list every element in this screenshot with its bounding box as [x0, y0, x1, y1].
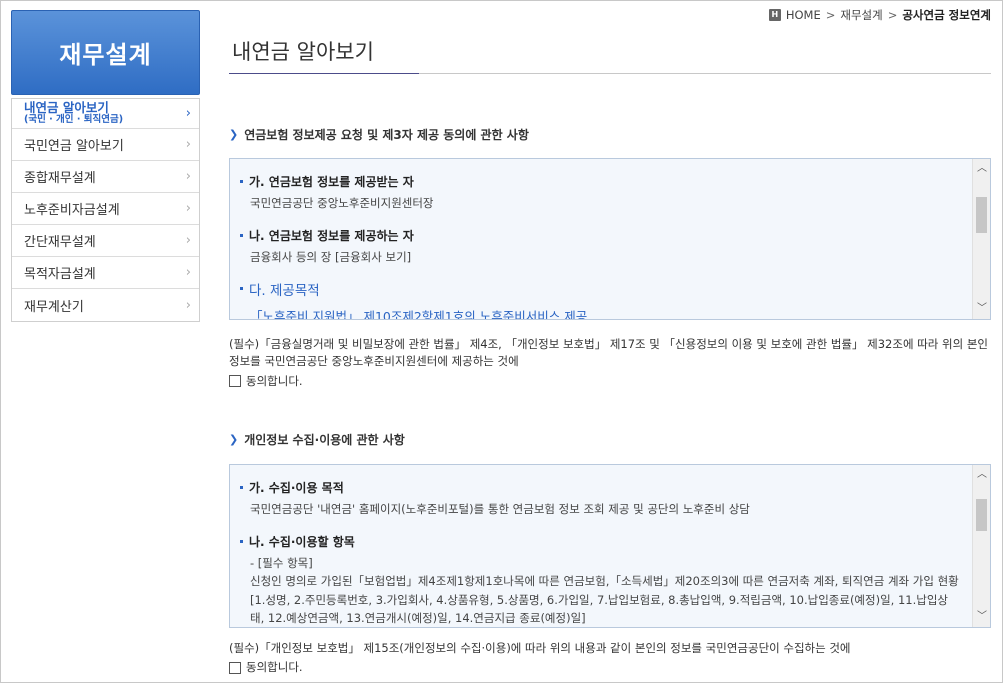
- sidebar-item-retirement-funds[interactable]: 노후준비자금설계 ›: [12, 193, 199, 225]
- terms-item-text: [1.성명, 2.주민등록번호, 3.가입회사, 4.상품유형, 5.상품명, …: [250, 593, 948, 626]
- bullet-icon: [240, 180, 243, 183]
- agree-label[interactable]: 동의합니다.: [246, 659, 303, 676]
- terms-item-heading: 나. 연금보험 정보를 제공하는 자: [240, 227, 962, 244]
- sidebar-item-sublabel: (국민 · 개인 · 퇴직연금): [24, 114, 124, 126]
- sidebar-item-label: 종합재무설계: [24, 171, 96, 186]
- breadcrumb-home[interactable]: HOME: [786, 8, 821, 22]
- consent-text: (필수)「금융실명거래 및 비밀보장에 관한 법률」 제4조, 「개인정보 보호…: [229, 337, 988, 369]
- terms-item-heading-text: 다. 제공목적: [249, 282, 320, 299]
- bullet-icon: [240, 233, 243, 237]
- chevron-right-icon: ›: [185, 106, 191, 121]
- page-title: 내연금 알아보기: [232, 40, 374, 64]
- terms-box-content: 가. 연금보험 정보를 제공받는 자 국민연금공단 중앙노후준비지원센터장 나.…: [230, 159, 972, 319]
- scroll-up-icon[interactable]: ︿: [973, 467, 990, 483]
- terms-box-pension-info[interactable]: 가. 연금보험 정보를 제공받는 자 국민연금공단 중앙노후준비지원센터장 나.…: [229, 158, 991, 320]
- agree-checkbox[interactable]: [229, 661, 241, 674]
- sidebar-title: 재무설계: [11, 10, 200, 95]
- scrollbar[interactable]: ︿ ﹀: [972, 465, 990, 627]
- scroll-down-icon[interactable]: ﹀: [973, 301, 990, 317]
- agree-checkbox[interactable]: [229, 375, 241, 388]
- sidebar-item-my-pension[interactable]: 내연금 알아보기 (국민 · 개인 · 퇴직연금) ›: [12, 99, 199, 129]
- section-heading-text: 연금보험 정보제공 요청 및 제3자 제공 동의에 관한 사항: [244, 128, 529, 142]
- terms-item-heading: 가. 연금보험 정보를 제공받는 자: [240, 173, 962, 190]
- scroll-down-icon[interactable]: ﹀: [973, 609, 990, 625]
- breadcrumb-separator: >: [825, 8, 836, 22]
- chevron-right-icon: ›: [185, 265, 191, 280]
- consent-block-personal-info: (필수)「개인정보 보호법」 제15조(개인정보의 수집·이용)에 따라 위의 …: [229, 640, 994, 677]
- breadcrumb-separator: >: [887, 8, 898, 22]
- bullet-icon: [240, 287, 243, 291]
- chevron-right-icon: ›: [185, 201, 191, 216]
- terms-item-text: 금융회사 등의 장 [금융회사 보기]: [250, 249, 412, 264]
- home-icon: H: [768, 9, 781, 21]
- terms-item-text: 국민연금공단 '내연금' 홈페이지(노후준비포털)를 통한 연금보험 정보 조회…: [250, 502, 750, 516]
- terms-item-heading: 다. 제공목적: [240, 279, 962, 299]
- terms-box-personal-info[interactable]: 가. 수집·이용 목적 국민연금공단 '내연금' 홈페이지(노후준비포털)를 통…: [229, 464, 991, 628]
- breadcrumb-current: 공사연금 정보연계: [902, 8, 991, 22]
- section-heading-pension-info: ❯ 연금보험 정보제공 요청 및 제3자 제공 동의에 관한 사항: [229, 126, 529, 143]
- terms-item-heading-text: 가. 연금보험 정보를 제공받는 자: [249, 175, 414, 189]
- bullet-icon: [240, 539, 243, 543]
- breadcrumb: H HOME > 재무설계 > 공사연금 정보연계: [768, 7, 991, 23]
- chevron-right-icon: ›: [185, 297, 191, 313]
- scrollbar[interactable]: ︿ ﹀: [972, 159, 990, 319]
- sidebar-item-label-wrap: 내연금 알아보기 (국민 · 개인 · 퇴직연금): [24, 100, 124, 126]
- agree-label[interactable]: 동의합니다.: [246, 373, 303, 390]
- sidebar-item-label: 목적자금설계: [24, 267, 96, 282]
- terms-item-heading: 가. 수집·이용 목적: [240, 479, 962, 496]
- sidebar-item-label: 국민연금 알아보기: [24, 139, 124, 154]
- terms-item-heading-text: 나. 수집·이용할 항목: [249, 534, 355, 549]
- sidebar-item-label: 간단재무설계: [24, 235, 96, 250]
- scroll-up-icon[interactable]: ︿: [973, 161, 990, 177]
- sidebar-menu: 내연금 알아보기 (국민 · 개인 · 퇴직연금) › 국민연금 알아보기 › …: [11, 98, 200, 322]
- chevron-right-icon: ›: [185, 137, 191, 152]
- terms-box-content: 가. 수집·이용 목적 국민연금공단 '내연금' 홈페이지(노후준비포털)를 통…: [230, 465, 972, 627]
- title-divider: [229, 73, 991, 74]
- terms-item-text: 「노후준비 지원법」 제10조제2항제1호의 노후준비서비스 제공: [250, 308, 588, 319]
- agree-row: 동의합니다.: [229, 373, 994, 390]
- bullet-icon: [240, 486, 243, 489]
- chevron-right-icon: ›: [185, 233, 191, 248]
- scrollbar-thumb[interactable]: [976, 197, 987, 233]
- breadcrumb-level1[interactable]: 재무설계: [840, 7, 882, 23]
- section-heading-text: 개인정보 수집·이용에 관한 사항: [244, 433, 405, 447]
- section-arrow-icon: ❯: [229, 128, 239, 141]
- agree-row: 동의합니다.: [229, 659, 994, 676]
- sidebar-item-label: 노후준비자금설계: [24, 203, 120, 218]
- terms-item-heading-text: 가. 수집·이용 목적: [249, 481, 344, 495]
- terms-item-text: 국민연금공단 중앙노후준비지원센터장: [250, 196, 434, 210]
- sidebar-item-label: 재무계산기: [24, 299, 84, 315]
- consent-text: (필수)「개인정보 보호법」 제15조(개인정보의 수집·이용)에 따라 위의 …: [229, 641, 851, 655]
- consent-block-pension-info: (필수)「금융실명거래 및 비밀보장에 관한 법률」 제4조, 「개인정보 보호…: [229, 336, 994, 390]
- chevron-right-icon: ›: [185, 169, 191, 184]
- section-heading-personal-info: ❯ 개인정보 수집·이용에 관한 사항: [229, 431, 405, 448]
- sidebar-item-simple-planning[interactable]: 간단재무설계 ›: [12, 225, 199, 257]
- terms-item-text: 신청인 명의로 가입된「보험업법」제4조제1항제1호나목에 따른 연금보험,「소…: [250, 573, 959, 588]
- sidebar-item-purpose-funds[interactable]: 목적자금설계 ›: [12, 257, 199, 289]
- sidebar-item-comprehensive-planning[interactable]: 종합재무설계 ›: [12, 161, 199, 193]
- terms-item-text: - [필수 항목]: [250, 555, 313, 570]
- sidebar-item-national-pension[interactable]: 국민연금 알아보기 ›: [12, 129, 199, 161]
- sidebar-item-calculator[interactable]: 재무계산기 ›: [12, 289, 199, 321]
- section-arrow-icon: ❯: [229, 433, 239, 446]
- terms-item-heading-text: 나. 연금보험 정보를 제공하는 자: [249, 228, 414, 243]
- terms-item-heading: 나. 수집·이용할 항목: [240, 533, 962, 550]
- scrollbar-thumb[interactable]: [976, 499, 987, 531]
